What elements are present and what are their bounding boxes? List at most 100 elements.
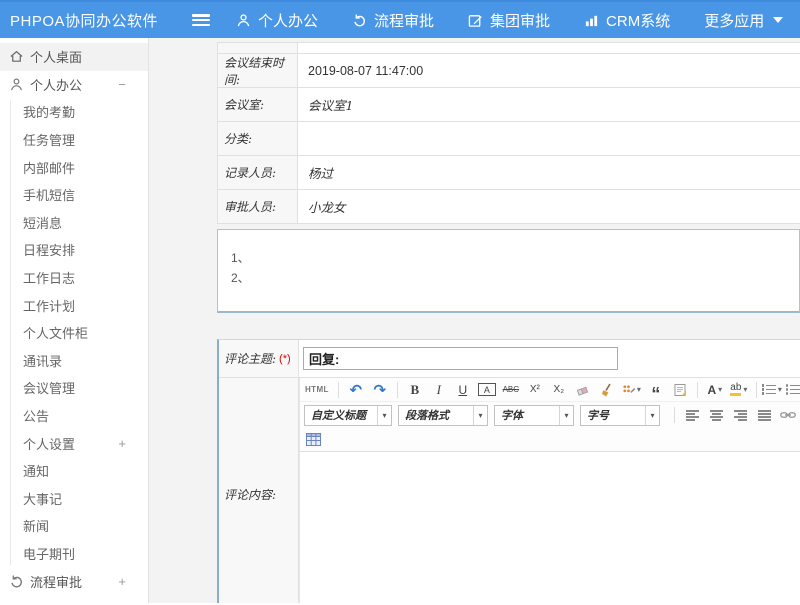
insert-table-icon[interactable]	[304, 430, 322, 450]
editor-toolbar-row3	[300, 428, 800, 452]
user-icon	[9, 77, 24, 92]
main-content: 会议结束时间: 2019-08-07 11:47:00 会议室: 会议室1 分类…	[149, 38, 800, 603]
comment-subject-row: 评论主题: (*)	[219, 340, 800, 378]
sidebar-item-short-message[interactable]: 短消息	[0, 209, 148, 237]
editor-toolbar-row2: 自定义标题 ▾ 段落格式 ▾ 字体 ▾	[300, 402, 800, 428]
nav-process-approval[interactable]: 流程审批	[352, 10, 434, 31]
row-label: 会议室:	[218, 88, 298, 121]
rich-text-editor: HTML ↶ ↷ B I U A ABC X² X₂	[299, 378, 800, 603]
heading-select[interactable]: 自定义标题 ▾	[304, 405, 392, 426]
caret-down-icon: ▾	[743, 385, 747, 394]
link-icon[interactable]	[779, 405, 797, 425]
highlight-color-icon[interactable]: ab ▾	[730, 380, 748, 400]
process-icon	[9, 574, 24, 589]
strikethrough-icon[interactable]: ABC	[502, 380, 520, 400]
main-nav: 个人办公 流程审批 集团审批 CRM系统 更多应用	[236, 10, 783, 31]
nav-more-apps[interactable]: 更多应用	[704, 10, 783, 31]
caret-down-icon: ▾	[645, 406, 659, 425]
table-row-approver: 审批人员: 小龙女	[217, 190, 800, 224]
sidebar-item-file-cabinet[interactable]: 个人文件柜	[0, 319, 148, 347]
sidebar-item-attendance[interactable]: 我的考勤	[0, 98, 148, 126]
caret-down-icon: ▾	[637, 385, 641, 394]
unordered-list-icon[interactable]: ▾	[789, 380, 800, 400]
user-icon	[236, 13, 251, 28]
ordered-list-icon[interactable]: ▾	[765, 380, 783, 400]
sidebar-item-personal-settings[interactable]: 个人设置 +	[0, 429, 148, 457]
row-value: 小龙女	[298, 190, 800, 223]
sidebar-item-process-approval[interactable]: 流程审批 +	[0, 567, 148, 595]
row-label: 审批人员:	[218, 190, 298, 223]
sidebar-item-sms[interactable]: 手机短信	[0, 181, 148, 209]
caret-down-icon: ▾	[718, 385, 722, 394]
nav-crm[interactable]: CRM系统	[584, 10, 670, 31]
caret-down-icon: ▾	[778, 385, 782, 394]
align-center-icon[interactable]	[707, 405, 725, 425]
caret-down-icon: ▾	[559, 406, 573, 425]
row-label: 分类:	[218, 122, 298, 155]
sidebar-item-news[interactable]: 新闻	[0, 512, 148, 540]
paragraph-format-select[interactable]: 段落格式 ▾	[398, 405, 488, 426]
align-left-icon[interactable]	[683, 405, 701, 425]
justify-icon[interactable]	[755, 405, 773, 425]
sidebar-item-work-log[interactable]: 工作日志	[0, 264, 148, 292]
expand-icon[interactable]: +	[118, 436, 126, 451]
sidebar-item-contacts[interactable]: 通讯录	[0, 347, 148, 375]
clear-format-icon[interactable]	[598, 380, 616, 400]
table-row-recorder: 记录人员: 杨过	[217, 156, 800, 190]
nav-group-approval[interactable]: 集团审批	[468, 10, 550, 31]
editor-toolbar-row1: HTML ↶ ↷ B I U A ABC X² X₂	[300, 378, 800, 402]
italic-icon[interactable]: I	[430, 380, 448, 400]
sidebar-item-meeting-management[interactable]: 会议管理	[0, 374, 148, 402]
sidebar-item-internal-mail[interactable]: 内部邮件	[0, 153, 148, 181]
editor-content-area[interactable]	[300, 452, 800, 603]
comment-subject-input[interactable]	[303, 347, 618, 370]
caret-down-icon: ▾	[377, 406, 391, 425]
sidebar-item-e-journal[interactable]: 电子期刊	[0, 540, 148, 568]
sidebar-item-memorabilia[interactable]: 大事记	[0, 485, 148, 513]
sidebar-item-task-management[interactable]: 任务管理	[0, 126, 148, 154]
row-label: 会议结束时间:	[218, 54, 298, 87]
sidebar-item-personal-desktop[interactable]: 个人桌面	[0, 43, 148, 71]
paste-as-text-icon[interactable]	[671, 380, 689, 400]
comment-content-row: 评论内容: HTML ↶ ↷ B I U A	[219, 378, 800, 603]
format-painter-icon[interactable]: ▾	[622, 380, 641, 400]
undo-icon[interactable]: ↶	[347, 380, 365, 400]
table-row-end-time: 会议结束时间: 2019-08-07 11:47:00	[217, 54, 800, 88]
caret-down-icon: ▾	[473, 406, 487, 425]
sidebar-item-announcement[interactable]: 公告	[0, 402, 148, 430]
home-icon	[9, 49, 24, 64]
top-bar: PHPOA协同办公软件 个人办公 流程审批 集团审批 CRM系统	[0, 0, 800, 38]
comment-subject-label: 评论主题: (*)	[219, 340, 299, 377]
font-family-select[interactable]: 字体 ▾	[494, 405, 574, 426]
note-line: 1、	[231, 248, 799, 268]
nav-personal-office[interactable]: 个人办公	[236, 10, 318, 31]
source-code-button[interactable]: HTML	[304, 380, 330, 400]
table-row-category: 分类:	[217, 122, 800, 156]
sidebar-item-schedule[interactable]: 日程安排	[0, 236, 148, 264]
sidebar-item-notification[interactable]: 通知	[0, 457, 148, 485]
eraser-icon[interactable]	[574, 380, 592, 400]
bold-icon[interactable]: B	[406, 380, 424, 400]
expand-icon[interactable]: +	[118, 574, 126, 589]
collapse-icon[interactable]: −	[118, 77, 126, 92]
font-border-icon[interactable]: A	[478, 383, 496, 396]
superscript-icon[interactable]: X²	[526, 380, 544, 400]
font-size-select[interactable]: 字号 ▾	[580, 405, 660, 426]
sidebar-item-work-plan[interactable]: 工作计划	[0, 291, 148, 319]
row-value: 2019-08-07 11:47:00	[298, 54, 800, 87]
align-right-icon[interactable]	[731, 405, 749, 425]
sidebar-item-personal-office[interactable]: 个人办公 −	[0, 71, 148, 99]
hamburger-menu-icon[interactable]	[192, 14, 210, 26]
blockquote-icon[interactable]: “	[647, 380, 665, 400]
app-title: PHPOA协同办公软件	[0, 10, 180, 31]
sidebar: 个人桌面 个人办公 − 我的考勤 任务管理 内部邮件 手机短信 短消息 日程安排…	[0, 38, 149, 603]
row-value: 杨过	[298, 156, 800, 189]
subscript-icon[interactable]: X₂	[550, 380, 568, 400]
underline-icon[interactable]: U	[454, 380, 472, 400]
redo-icon[interactable]: ↷	[371, 380, 389, 400]
note-line: 2、	[231, 268, 799, 288]
font-color-icon[interactable]: A ▾	[706, 380, 724, 400]
personal-office-submenu: 我的考勤 任务管理 内部邮件 手机短信 短消息 日程安排 工作日志 工作计划 个…	[0, 98, 148, 567]
table-row-meeting-room: 会议室: 会议室1	[217, 88, 800, 122]
bar-chart-icon	[584, 13, 599, 28]
